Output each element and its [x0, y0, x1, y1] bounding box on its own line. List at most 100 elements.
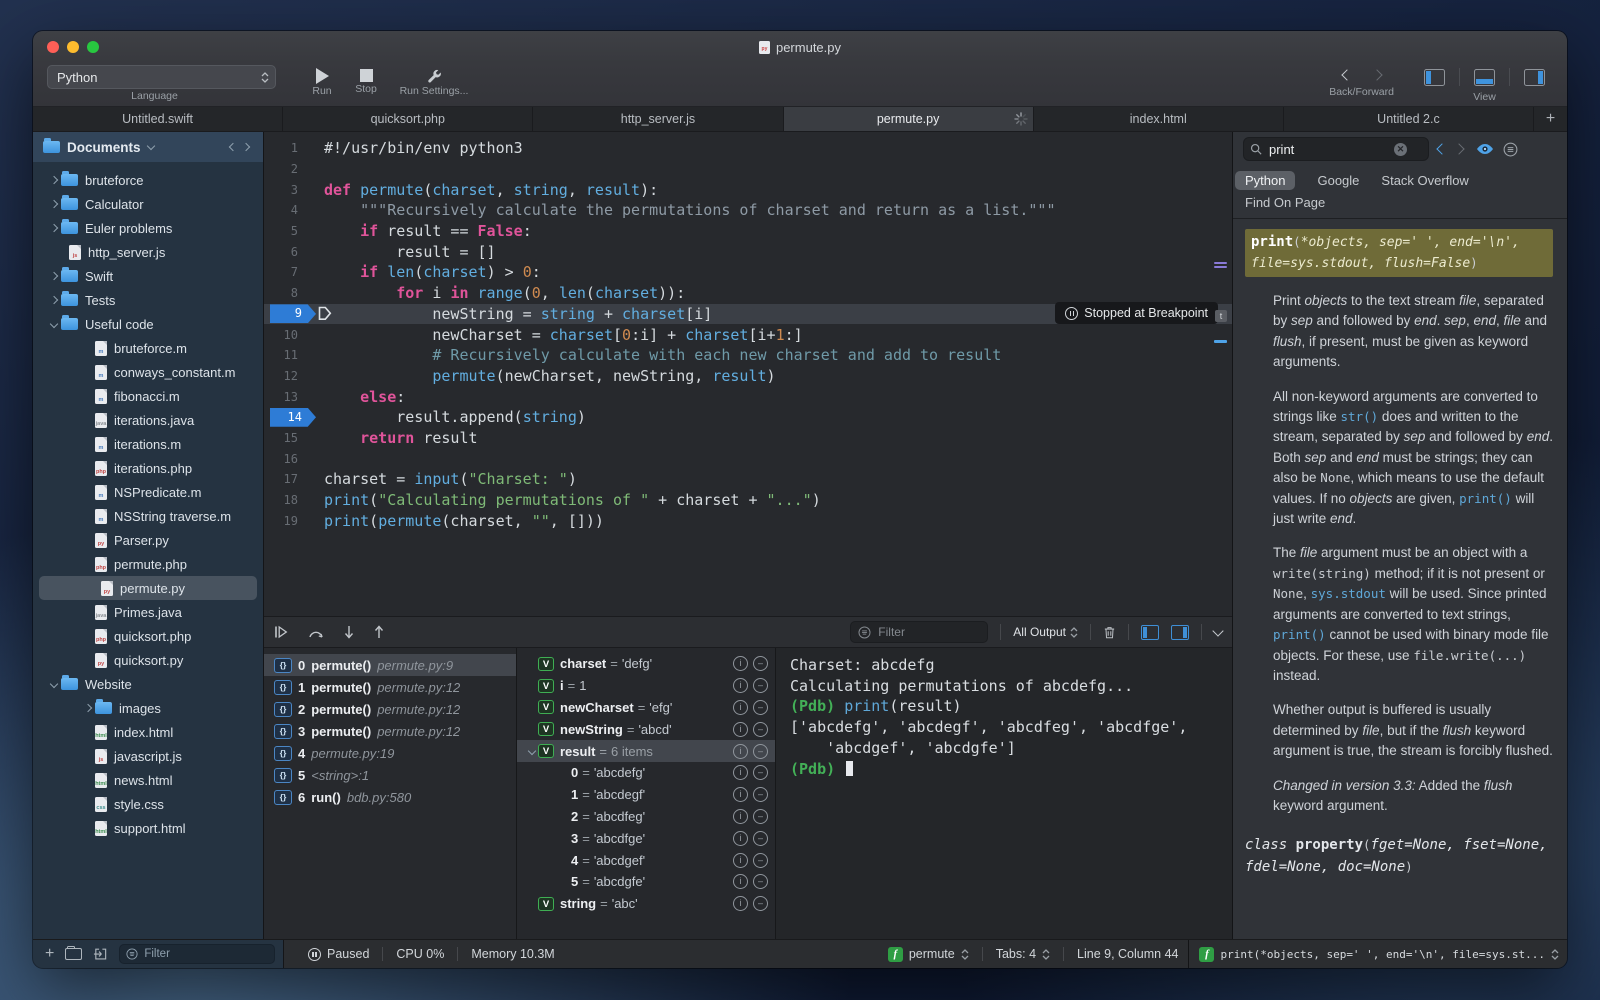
tree-item-http_server.js[interactable]: js http_server.js — [33, 240, 263, 264]
docs-search-input[interactable] — [1267, 140, 1389, 158]
info-icon[interactable]: i — [733, 743, 748, 759]
new-folder-button[interactable] — [65, 945, 83, 960]
tree-item-NSPredicate.m[interactable]: m NSPredicate.m — [33, 480, 263, 504]
step-out-button[interactable] — [374, 625, 384, 639]
tree-item-quicksort.py[interactable]: py quicksort.py — [33, 648, 263, 672]
variable-row-3[interactable]: 3 ='abcdfge' i – — [517, 827, 775, 849]
remove-icon[interactable]: – — [753, 830, 768, 846]
toggle-left-panel-icon[interactable] — [1424, 68, 1445, 86]
tree-item-news.html[interactable]: html news.html — [33, 768, 263, 792]
gutter[interactable]: 9 — [264, 304, 316, 324]
doc-code-link[interactable]: print() — [1273, 627, 1326, 642]
doc-code-link[interactable]: str() — [1341, 409, 1379, 424]
tree-item-images[interactable]: images — [33, 696, 263, 720]
add-file-button[interactable]: + — [45, 946, 54, 962]
collapse-panel-icon[interactable] — [1212, 624, 1224, 637]
docs-forward-icon[interactable] — [1453, 143, 1465, 155]
close-button[interactable] — [47, 41, 59, 53]
debug-layout-left-icon[interactable] — [1141, 624, 1159, 640]
tree-item-Useful code[interactable]: Useful code — [33, 312, 263, 336]
gutter[interactable]: 10 — [264, 328, 314, 342]
console-filter-input[interactable] — [876, 624, 981, 640]
stack-frame-6[interactable]: {} 6 run() bdb.py:580 — [264, 786, 516, 808]
tree-item-iterations.m[interactable]: m iterations.m — [33, 432, 263, 456]
variable-row-1[interactable]: 1 ='abcdegf' i – — [517, 784, 775, 806]
stop-button[interactable]: Stop — [344, 67, 388, 106]
chevron-down-icon[interactable] — [527, 746, 536, 756]
gutter[interactable]: 5 — [264, 224, 314, 238]
gutter[interactable]: 1 — [264, 141, 314, 155]
gutter[interactable]: 17 — [264, 472, 314, 486]
clear-console-button[interactable] — [1103, 625, 1116, 640]
tree-item-Website[interactable]: Website — [33, 672, 263, 696]
info-icon[interactable]: i — [733, 721, 748, 737]
tree-item-Primes.java[interactable]: java Primes.java — [33, 600, 263, 624]
console-output[interactable]: Charset: abcdefg Calculating permutations… — [776, 648, 1232, 939]
gutter[interactable]: 8 — [264, 286, 314, 300]
docs-footer[interactable]: f print(*objects, sep=' ', end='\n', fil… — [1188, 940, 1567, 968]
breakpoint-marker[interactable]: 9 — [270, 304, 316, 324]
gutter[interactable]: 18 — [264, 493, 314, 507]
variable-row-newCharset[interactable]: VnewCharset ='efg' i – — [517, 697, 775, 719]
variable-row-5[interactable]: 5 ='abcdgfe' i – — [517, 871, 775, 893]
step-over-button[interactable] — [308, 626, 324, 639]
remove-icon[interactable]: – — [753, 874, 768, 890]
remove-icon[interactable]: – — [753, 896, 768, 912]
remove-icon[interactable]: – — [753, 656, 768, 672]
tree-item-quicksort.php[interactable]: php quicksort.php — [33, 624, 263, 648]
reader-mode-icon[interactable] — [1503, 142, 1518, 157]
variable-row-2[interactable]: 2 ='abcdfeg' i – — [517, 806, 775, 828]
tab-Untitled 2.c[interactable]: Untitled 2.c — [1284, 107, 1535, 131]
remove-icon[interactable]: – — [753, 808, 768, 824]
reveal-in-finder-button[interactable] — [93, 947, 108, 961]
gutter[interactable]: 14 — [264, 407, 316, 427]
tab-add-button[interactable]: + — [1534, 107, 1567, 131]
titlebar[interactable]: py permute.py — [33, 31, 1567, 63]
disclosure-icon[interactable] — [47, 271, 61, 281]
gutter[interactable]: 11 — [264, 348, 314, 362]
forward-icon[interactable] — [1370, 69, 1383, 81]
eye-icon[interactable] — [1476, 143, 1494, 155]
gutter[interactable]: 2 — [264, 162, 314, 176]
tabs-setting-select[interactable]: Tabs: 4 — [996, 947, 1050, 961]
disclosure-icon[interactable] — [81, 703, 95, 713]
debug-layout-right-icon[interactable] — [1171, 624, 1189, 640]
back-icon[interactable] — [1340, 69, 1353, 81]
tree-item-javascript.js[interactable]: js javascript.js — [33, 744, 263, 768]
variable-row-newString[interactable]: VnewString ='abcd' i – — [517, 718, 775, 740]
sidebar-filter-field[interactable] — [119, 944, 275, 964]
step-into-button[interactable] — [344, 625, 354, 639]
remove-icon[interactable]: – — [753, 699, 768, 715]
disclosure-icon[interactable] — [47, 319, 61, 329]
tree-item-iterations.php[interactable]: php iterations.php — [33, 456, 263, 480]
toggle-right-panel-icon[interactable] — [1524, 68, 1545, 86]
docs-tab-find-on-page[interactable]: Find On Page — [1233, 192, 1567, 219]
language-select[interactable]: Python — [47, 65, 276, 89]
tab-Untitled.swift[interactable]: Untitled.swift — [33, 107, 284, 131]
variable-row-4[interactable]: 4 ='abcdgef' i – — [517, 849, 775, 871]
docs-tab-stackoverflow[interactable]: Stack Overflow — [1381, 173, 1468, 188]
disclosure-icon[interactable] — [47, 175, 61, 185]
tab-permute.py[interactable]: permute.py — [783, 107, 1034, 131]
doc-code-link[interactable]: sys.stdout — [1311, 586, 1386, 601]
tree-item-style.css[interactable]: css style.css — [33, 792, 263, 816]
gutter[interactable]: 16 — [264, 452, 314, 466]
remove-icon[interactable]: – — [753, 765, 768, 781]
tab-index.html[interactable]: index.html — [1034, 107, 1284, 131]
stack-frame-1[interactable]: {} 1 permute() permute.py:12 — [264, 676, 516, 698]
docs-tab-google[interactable]: Google — [1317, 173, 1359, 188]
tree-item-Calculator[interactable]: Calculator — [33, 192, 263, 216]
remove-icon[interactable]: – — [753, 852, 768, 868]
doc-code-link[interactable]: print() — [1459, 491, 1512, 506]
tab-http_server.js[interactable]: http_server.js — [533, 107, 784, 131]
info-icon[interactable]: i — [733, 699, 748, 715]
info-icon[interactable]: i — [733, 787, 748, 803]
tree-item-NSString traverse.m[interactable]: m NSString traverse.m — [33, 504, 263, 528]
gutter[interactable]: 4 — [264, 203, 314, 217]
output-mode-select[interactable]: All Output — [1013, 625, 1078, 639]
zoom-button[interactable] — [87, 41, 99, 53]
stack-frame-0[interactable]: {} 0 permute() permute.py:9 — [264, 654, 516, 676]
info-icon[interactable]: i — [733, 765, 748, 781]
tree-item-conways_constant.m[interactable]: m conways_constant.m — [33, 360, 263, 384]
run-settings-button[interactable]: Run Settings... — [388, 67, 480, 106]
